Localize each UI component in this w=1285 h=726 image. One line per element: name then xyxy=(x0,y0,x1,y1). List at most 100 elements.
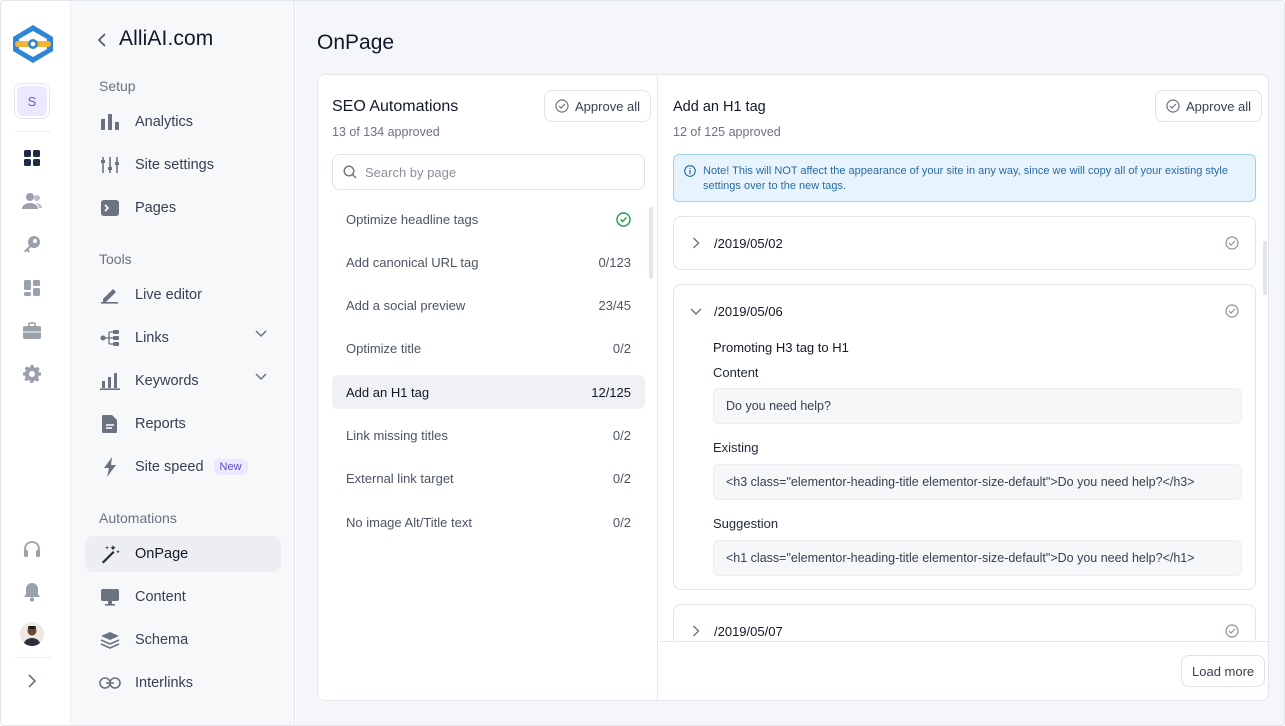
check-circle-icon[interactable] xyxy=(1225,236,1239,250)
content-value: Do you need help? xyxy=(713,388,1242,424)
keywords-chart-icon xyxy=(99,370,121,392)
sidebar-item-site-speed[interactable]: Site speed New xyxy=(85,449,281,485)
info-icon xyxy=(684,165,696,177)
check-circle-icon xyxy=(1166,99,1180,113)
search-box[interactable] xyxy=(332,154,645,190)
sidebar-item-label: Links xyxy=(135,330,169,346)
layers-icon xyxy=(99,629,121,651)
automation-label: Link missing titles xyxy=(346,427,448,443)
key-icon[interactable] xyxy=(22,234,42,254)
users-icon[interactable] xyxy=(22,191,42,211)
automation-card: SEO Automations 13 of 134 approved Appro… xyxy=(317,74,1269,701)
sidebar-item-site-settings[interactable]: Site settings xyxy=(85,147,281,183)
automation-item-external-link-target[interactable]: External link target 0/2 xyxy=(332,462,645,496)
monitor-icon xyxy=(99,586,121,608)
section-tools: Tools xyxy=(99,251,132,267)
sidebar-item-analytics[interactable]: Analytics xyxy=(85,104,281,140)
chevron-down-icon[interactable] xyxy=(690,308,702,316)
existing-label: Existing xyxy=(713,440,759,455)
automation-item-optimize-title[interactable]: Optimize title 0/2 xyxy=(332,332,645,366)
sliders-icon xyxy=(99,154,121,176)
automation-item-add-an-h1-tag[interactable]: Add an H1 tag 12/125 xyxy=(332,375,645,410)
sidebar-item-label: Live editor xyxy=(135,287,202,303)
detail-progress: 12 of 125 approved xyxy=(673,125,781,139)
approve-all-button[interactable]: Approve all xyxy=(544,90,652,122)
automation-item-link-missing-titles[interactable]: Link missing titles 0/2 xyxy=(332,418,645,452)
page-entry-header[interactable]: /2019/05/02 xyxy=(674,217,1255,271)
sidebar-item-keywords[interactable]: Keywords xyxy=(85,363,281,399)
approve-all-h1-button[interactable]: Approve all xyxy=(1155,90,1263,122)
briefcase-icon[interactable] xyxy=(22,321,42,341)
sidebar-item-label: Site speed xyxy=(135,459,204,475)
content-label: Content xyxy=(713,365,759,380)
automation-item-add-a-social-preview[interactable]: Add a social preview 23/45 xyxy=(332,289,645,323)
site-switcher[interactable]: S xyxy=(14,83,50,119)
sidebar-item-onpage[interactable]: OnPage xyxy=(85,536,281,572)
link-icon xyxy=(99,672,121,694)
headphones-icon[interactable] xyxy=(22,539,42,559)
dashboard-icon[interactable] xyxy=(22,148,42,168)
sidebar-item-label: OnPage xyxy=(135,546,189,562)
back-chevron-icon[interactable] xyxy=(97,32,107,48)
check-circle-icon xyxy=(555,99,569,113)
sidebar-item-label: Keywords xyxy=(135,373,199,389)
chevron-down-icon[interactable] xyxy=(255,373,267,381)
expand-icon[interactable] xyxy=(22,671,42,691)
automation-item-add-canonical-url-tag[interactable]: Add canonical URL tag 0/123 xyxy=(332,245,645,279)
sidebar-item-schema[interactable]: Schema xyxy=(85,622,281,658)
report-icon xyxy=(99,413,121,435)
automation-label: Add a social preview xyxy=(346,298,466,314)
chevron-right-icon[interactable] xyxy=(692,237,700,249)
automation-count: 23/45 xyxy=(598,298,631,314)
rail-divider xyxy=(15,657,51,658)
sidebar-item-live-editor[interactable]: Live editor xyxy=(85,277,281,313)
existing-value: <h3 class="elementor-heading-title eleme… xyxy=(713,464,1242,500)
automation-item-no-image-alt-title-text[interactable]: No image Alt/Title text 0/2 xyxy=(332,505,645,539)
automation-item-optimize-headline-tags[interactable]: Optimize headline tags xyxy=(332,202,645,236)
automation-count: 0/2 xyxy=(612,514,631,530)
suggestion-label: Suggestion xyxy=(713,516,779,531)
automation-label: External link target xyxy=(346,471,454,487)
page-entry-header[interactable]: /2019/05/06 xyxy=(674,285,1255,339)
info-note: Note! This will NOT affect the appearanc… xyxy=(673,154,1256,202)
detail-pane: Add an H1 tag 12 of 125 approved Approve… xyxy=(659,75,1268,700)
automation-count: 0/2 xyxy=(612,341,631,357)
sidebar-item-pages[interactable]: Pages xyxy=(85,190,281,226)
chevron-right-icon[interactable] xyxy=(692,625,700,637)
search-input[interactable] xyxy=(365,164,625,180)
chevron-down-icon[interactable] xyxy=(255,330,267,338)
automation-label: Optimize title xyxy=(346,341,422,357)
gear-icon[interactable] xyxy=(22,364,42,384)
icon-rail: S xyxy=(1,1,71,725)
terminal-icon xyxy=(99,197,121,219)
check-circle-icon[interactable] xyxy=(1225,624,1239,638)
detail-scrollbar[interactable] xyxy=(1263,241,1267,295)
sidebar-item-reports[interactable]: Reports xyxy=(85,406,281,442)
bar-chart-icon xyxy=(99,111,121,133)
app-window: S AlliAI.com Setup Analytics Site settin… xyxy=(0,0,1285,726)
note-text: Note! This will NOT affect the appearanc… xyxy=(703,165,1228,192)
load-more-button[interactable]: Load more xyxy=(1181,655,1266,687)
widgets-icon[interactable] xyxy=(22,278,42,298)
sidebar-item-interlinks[interactable]: Interlinks xyxy=(85,665,281,701)
automation-label: No image Alt/Title text xyxy=(346,514,472,530)
new-badge: New xyxy=(213,459,248,475)
section-automations: Automations xyxy=(99,510,177,526)
page-entry: /2019/05/02 xyxy=(673,216,1256,270)
automations-pane: SEO Automations 13 of 134 approved Appro… xyxy=(318,75,658,700)
page-entry-expanded: /2019/05/06 Promoting H3 tag to H1 Conte… xyxy=(673,284,1256,590)
sidebar-item-label: Site settings xyxy=(135,157,214,173)
user-avatar[interactable] xyxy=(20,622,44,646)
alliai-logo-icon[interactable] xyxy=(9,23,57,65)
sidebar-item-links[interactable]: Links xyxy=(85,320,281,356)
pen-icon xyxy=(99,284,121,306)
lightning-icon xyxy=(99,456,121,478)
bell-icon[interactable] xyxy=(22,582,42,602)
sidebar-item-content[interactable]: Content xyxy=(85,579,281,615)
page-title: OnPage xyxy=(317,31,395,54)
search-icon xyxy=(343,165,357,179)
list-scrollbar[interactable] xyxy=(649,207,653,279)
site-title: AlliAI.com xyxy=(119,27,214,50)
check-circle-icon[interactable] xyxy=(1225,304,1239,318)
automation-count: 12/125 xyxy=(591,384,631,400)
